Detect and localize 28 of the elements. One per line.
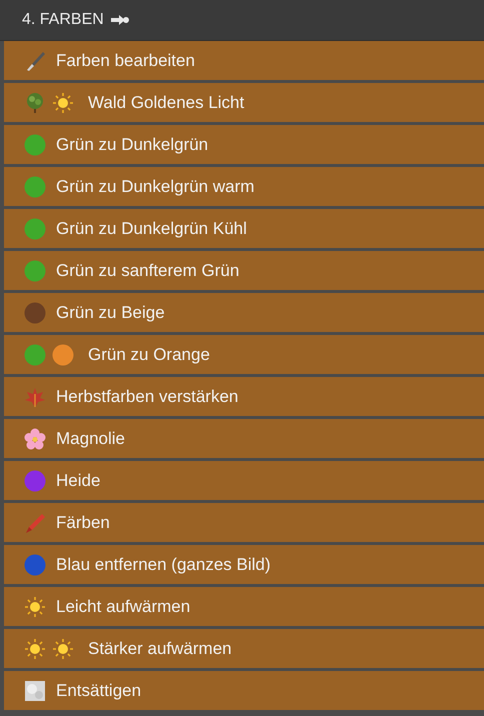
menu-item[interactable]: Leicht aufwärmen bbox=[4, 587, 484, 626]
cloud-square-icon bbox=[24, 680, 46, 702]
sun-icon bbox=[24, 638, 46, 660]
sun-icon bbox=[24, 596, 46, 618]
brush-icon bbox=[24, 50, 46, 72]
sun-icon bbox=[52, 638, 74, 660]
menu-item[interactable]: Magnolie bbox=[4, 419, 484, 458]
menu-item[interactable]: Grün zu Dunkelgrün warm bbox=[4, 167, 484, 206]
menu-item[interactable]: Färben bbox=[4, 503, 484, 542]
menu-item[interactable]: Grün zu Beige bbox=[4, 293, 484, 332]
menu-item[interactable]: Grün zu Dunkelgrün bbox=[4, 125, 484, 164]
section-title: 4. FARBEN bbox=[22, 11, 104, 29]
flower-icon bbox=[24, 428, 46, 450]
arrow-icon bbox=[110, 14, 130, 26]
menu-item[interactable]: Blau entfernen (ganzes Bild) bbox=[4, 545, 484, 584]
menu-item[interactable]: Grün zu Dunkelgrün Kühl bbox=[4, 209, 484, 248]
crayon-icon bbox=[24, 512, 46, 534]
menu-item[interactable]: Farben bearbeiten bbox=[4, 41, 484, 80]
menu-item[interactable]: Grün zu sanfterem Grün bbox=[4, 251, 484, 290]
menu-item[interactable]: Stärker aufwärmen bbox=[4, 629, 484, 668]
menu-item[interactable]: Heide bbox=[4, 461, 484, 500]
menu-item[interactable]: Entsättigen bbox=[4, 671, 484, 710]
menu-item[interactable]: Grün zu Orange bbox=[4, 335, 484, 374]
maple-leaf-icon bbox=[24, 386, 46, 408]
tree-icon bbox=[24, 92, 46, 114]
menu-item[interactable]: Herbstfarben verstärken bbox=[4, 377, 484, 416]
sun-icon bbox=[52, 92, 74, 114]
menu-item[interactable]: Wald Goldenes Licht bbox=[4, 83, 484, 122]
